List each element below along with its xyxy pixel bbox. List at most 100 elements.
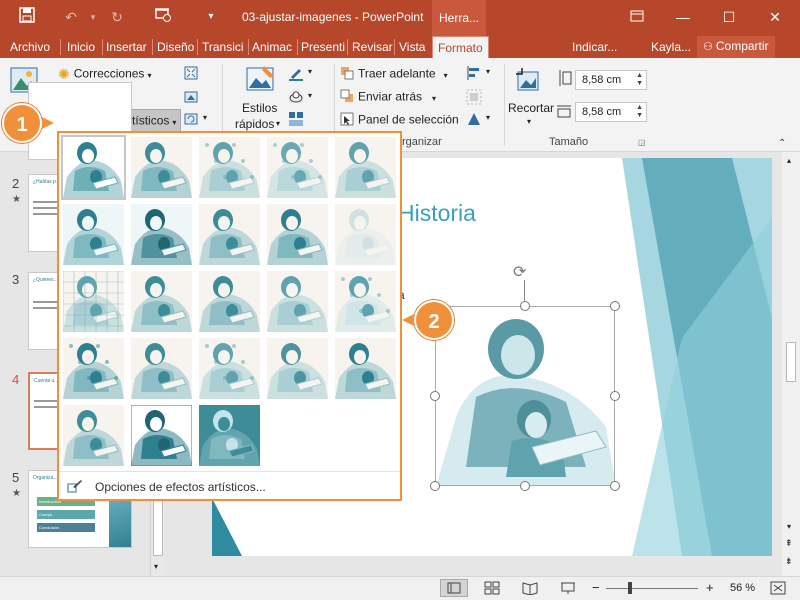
scroll-down-icon[interactable]: ▾ [787,522,791,531]
minimize-icon[interactable]: — [672,7,694,27]
artistic-effect-option[interactable] [131,338,192,399]
chevron-down-icon[interactable]: ▾ [308,91,312,100]
artistic-effects-options[interactable]: Opciones de efectos artísticos... [67,479,266,496]
share-button[interactable]: ⚇ Compartir [697,36,775,58]
resize-handle[interactable] [610,481,620,491]
zoom-in-button[interactable]: + [706,580,714,595]
artistic-effect-option[interactable] [267,204,328,265]
redo-icon[interactable]: ↻ [106,7,128,27]
bring-forward-button[interactable]: Traer adelante ▾ [340,66,448,83]
scroll-down-icon[interactable]: ▾ [154,562,158,571]
maximize-icon[interactable]: ☐ [718,7,740,27]
tab-animaciones[interactable]: Animac [252,40,292,54]
change-picture-icon[interactable] [183,89,199,108]
compress-pictures-icon[interactable] [183,65,199,84]
tab-archivo[interactable]: Archivo [10,40,50,54]
artistic-effect-option[interactable] [199,204,260,265]
undo-icon[interactable]: ↶ [60,7,82,27]
artistic-effect-option[interactable] [335,338,396,399]
save-icon[interactable] [16,7,38,27]
artistic-effect-option[interactable] [131,405,192,466]
resize-handle[interactable] [430,391,440,401]
rotate-handle-icon[interactable]: ⟳ [513,262,526,282]
undo-dropdown-icon[interactable]: ▾ [82,7,104,27]
artistic-effect-option[interactable] [63,338,124,399]
tab-formato[interactable]: Formato [432,36,489,58]
artistic-effect-option[interactable] [267,137,328,198]
rotate-icon[interactable] [466,111,482,130]
zoom-slider[interactable] [606,588,698,589]
resize-handle[interactable] [430,481,440,491]
artistic-effect-option[interactable] [335,271,396,332]
resize-handle[interactable] [610,391,620,401]
slide-title[interactable]: Historia [398,200,476,227]
chevron-down-icon[interactable]: ▾ [308,67,312,76]
selected-picture[interactable] [435,306,615,486]
tab-transiciones[interactable]: Transici [202,40,244,54]
reading-view-icon[interactable] [522,581,538,598]
present-icon[interactable] [152,7,174,27]
corrections-button[interactable]: ✺ Correcciones ▾ [58,66,151,83]
artistic-effect-option[interactable] [63,405,124,466]
chevron-down-icon[interactable]: ▾ [203,113,207,122]
send-backward-button[interactable]: Enviar atrás ▾ [340,89,436,106]
tab-vista[interactable]: Vista [399,40,425,54]
height-spinner-icon[interactable]: ▲ ▼ [636,72,643,88]
normal-view-button[interactable] [440,579,468,597]
next-slide-icon[interactable]: ⇟ [785,556,793,567]
chevron-down-icon[interactable]: ▾ [276,119,280,128]
artistic-effect-option[interactable] [63,204,124,265]
reset-picture-icon[interactable] [183,111,199,130]
picture-border-icon[interactable] [288,65,304,84]
chevron-down-icon[interactable]: ▾ [486,67,490,76]
artistic-effect-option[interactable] [335,137,396,198]
zoom-out-button[interactable]: − [592,580,600,595]
selection-pane-button[interactable]: Panel de selección [340,112,459,129]
zoom-level[interactable]: 56 % [730,582,755,594]
artistic-effect-option[interactable] [61,135,126,200]
artistic-effect-option[interactable] [131,137,192,198]
artistic-effect-option[interactable] [267,338,328,399]
tab-revisar[interactable]: Revisar [352,40,393,54]
scroll-up-icon[interactable]: ▴ [787,156,791,165]
slide-sorter-icon[interactable] [484,581,500,598]
crop-icon[interactable] [514,66,544,99]
resize-handle[interactable] [520,481,530,491]
fit-slide-icon[interactable] [770,581,786,598]
artistic-effect-option[interactable] [63,271,124,332]
align-icon[interactable] [466,65,482,84]
slideshow-icon[interactable] [560,581,576,598]
height-input[interactable]: 8,58 cm ▲ ▼ [575,70,647,90]
artistic-effect-option[interactable] [131,271,192,332]
group-icon[interactable] [466,89,482,108]
close-icon[interactable]: ✕ [764,7,786,27]
picture-layout-icon[interactable] [288,111,304,130]
picture-effects-icon[interactable] [288,89,304,108]
artistic-effect-option[interactable] [199,405,260,466]
width-spinner-icon[interactable]: ▲ ▼ [636,104,643,120]
resize-handle[interactable] [610,301,620,311]
previous-slide-icon[interactable]: ⇞ [785,538,793,549]
canvas-scrollbar[interactable]: ▴ ▾ ⇞ ⇟ [782,152,800,576]
quick-styles-icon[interactable] [244,64,278,101]
artistic-effect-option[interactable] [267,271,328,332]
qat-customize-icon[interactable]: ▾ [200,7,222,27]
artistic-effect-option[interactable] [199,338,260,399]
artistic-effect-option[interactable] [199,271,260,332]
crop-label[interactable]: Recortar [508,101,554,115]
artistic-effect-option[interactable] [131,204,192,265]
chevron-down-icon[interactable]: ▾ [486,113,490,122]
resize-handle[interactable] [520,301,530,311]
size-dialog-launcher-icon[interactable]: ◲ [638,138,646,147]
chevron-down-icon[interactable]: ▾ [527,117,531,126]
artistic-effect-option[interactable] [199,137,260,198]
zoom-slider-thumb[interactable] [628,582,632,594]
scrollbar-thumb[interactable] [786,342,796,382]
tab-diseno[interactable]: Diseño [157,40,194,54]
tab-presentacion[interactable]: Presenti [301,40,345,54]
artistic-effect-option[interactable] [335,204,396,265]
user-name[interactable]: Kayla... [651,40,691,54]
tell-me-box[interactable]: Indicar... [572,40,617,54]
collapse-ribbon-icon[interactable]: ⌃ [778,138,786,149]
tab-inicio[interactable]: Inicio [67,40,95,54]
